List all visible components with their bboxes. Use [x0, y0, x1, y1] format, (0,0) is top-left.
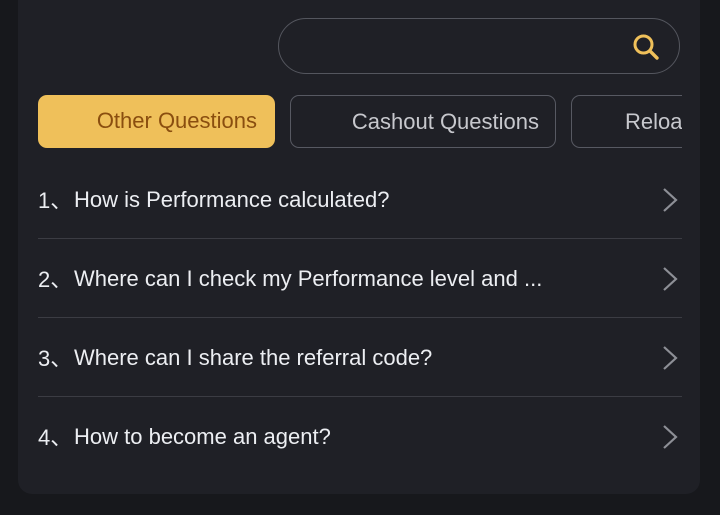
search-icon[interactable]	[631, 32, 661, 62]
faq-item[interactable]: 3、 Where can I share the referral code?	[38, 318, 682, 397]
chevron-right-icon	[663, 346, 678, 370]
faq-question: Where can I check my Performance level a…	[74, 266, 543, 291]
search-input[interactable]	[303, 19, 637, 75]
faq-number: 2、	[38, 267, 73, 292]
faq-number: 4、	[38, 425, 73, 450]
tab-label: Other Questions	[96, 108, 257, 133]
faq-question: How to become an agent?	[74, 424, 331, 449]
tab-label: Cashout Questions	[351, 109, 539, 134]
faq-question: Where can I share the referral code?	[74, 345, 433, 370]
faq-question: How is Performance calculated?	[74, 187, 390, 212]
search-box[interactable]	[278, 18, 680, 75]
category-tabs: Other Questions Cashout Questions Reloa	[38, 95, 682, 148]
chevron-right-icon	[663, 425, 678, 449]
tab-reload-questions[interactable]: Reloa	[571, 95, 682, 148]
tab-cashout-questions[interactable]: Cashout Questions	[290, 95, 556, 148]
chevron-right-icon	[663, 188, 678, 212]
tab-label: Reloa	[625, 109, 682, 134]
chevron-right-icon	[663, 267, 678, 291]
faq-item[interactable]: 1、 How is Performance calculated?	[38, 160, 682, 239]
faq-item[interactable]: 2、 Where can I check my Performance leve…	[38, 239, 682, 318]
faq-number: 1、	[38, 188, 73, 213]
tab-other-questions[interactable]: Other Questions	[38, 95, 275, 148]
faq-list: 1、 How is Performance calculated? 2、 Whe…	[38, 160, 682, 476]
faq-item[interactable]: 4、 How to become an agent?	[38, 397, 682, 476]
faq-number: 3、	[38, 346, 73, 371]
